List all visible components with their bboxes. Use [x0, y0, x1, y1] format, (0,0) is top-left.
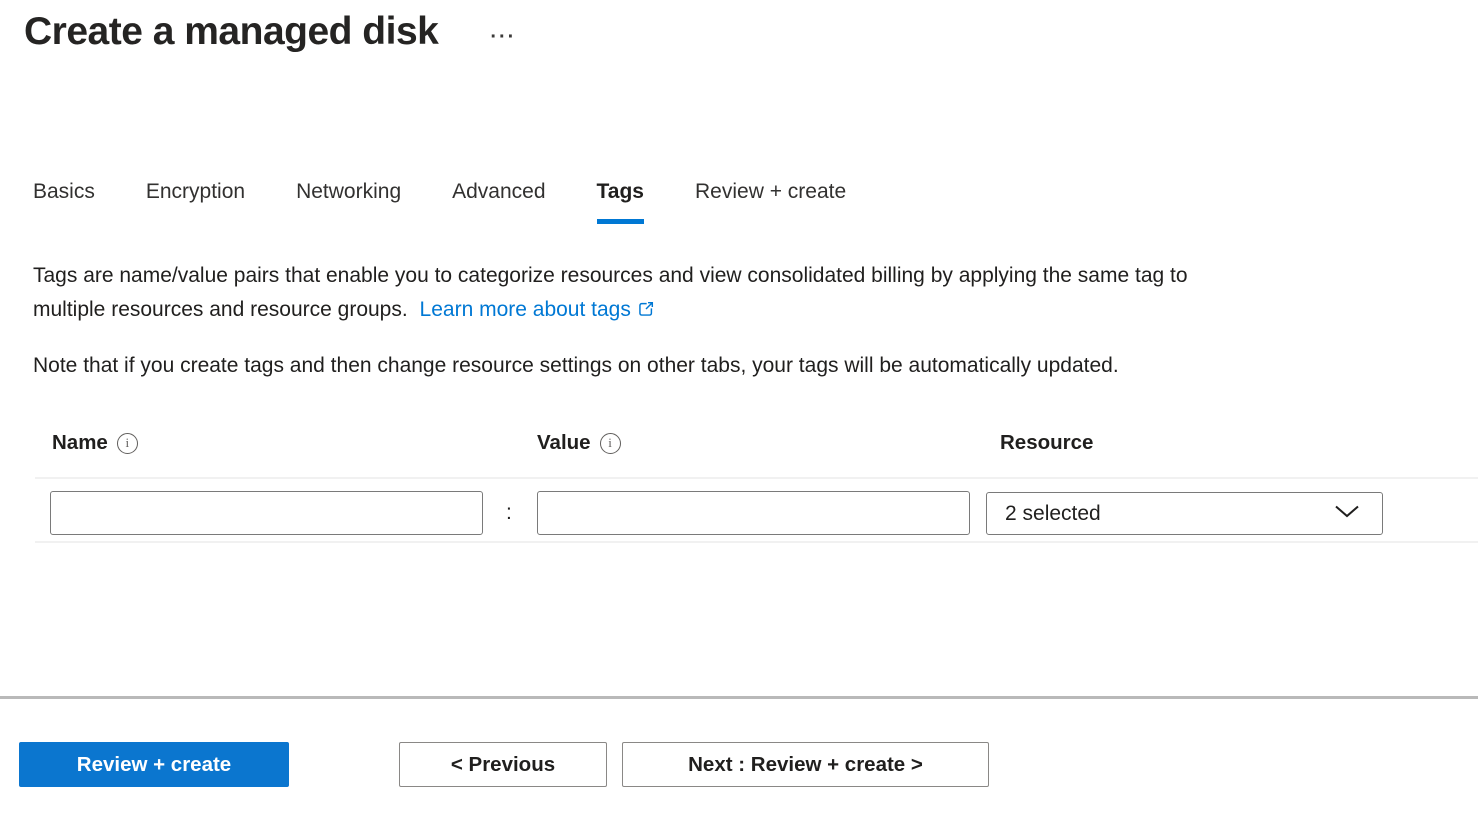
tab-basics[interactable]: Basics [33, 180, 95, 224]
name-info-icon[interactable]: i [117, 433, 138, 454]
tab-tags[interactable]: Tags [597, 180, 644, 224]
wizard-tabs: Basics Encryption Networking Advanced Ta… [33, 180, 846, 224]
column-header-name: Name i [52, 431, 138, 455]
tab-encryption-label: Encryption [146, 180, 245, 203]
learn-more-link[interactable]: Learn more about tags [420, 298, 655, 321]
tag-value-input[interactable] [537, 491, 970, 535]
tags-description: Tags are name/value pairs that enable yo… [33, 259, 1188, 329]
tags-note: Note that if you create tags and then ch… [33, 354, 1119, 378]
tags-description-line2: multiple resources and resource groups. … [33, 293, 1188, 329]
tags-description-line1: Tags are name/value pairs that enable yo… [33, 259, 1188, 293]
tab-advanced[interactable]: Advanced [452, 180, 545, 224]
column-header-name-label: Name [52, 431, 108, 455]
learn-more-link-label: Learn more about tags [420, 298, 631, 321]
more-options-icon[interactable]: ··· [490, 27, 516, 47]
chevron-down-icon [1334, 504, 1360, 523]
tab-active-underline [597, 219, 644, 224]
column-header-resource: Resource [1000, 431, 1093, 455]
column-header-value-label: Value [537, 431, 591, 455]
tags-description-line2-text: multiple resources and resource groups. [33, 298, 408, 321]
previous-button[interactable]: < Previous [399, 742, 607, 787]
name-value-separator: : [506, 501, 512, 525]
create-managed-disk-page: Create a managed disk ··· Basics Encrypt… [0, 0, 1478, 814]
tab-basics-label: Basics [33, 180, 95, 203]
tab-advanced-label: Advanced [452, 180, 545, 203]
tab-review-create-label: Review + create [695, 180, 846, 203]
title-row: Create a managed disk ··· [24, 10, 516, 54]
next-button[interactable]: Next : Review + create > [622, 742, 989, 787]
tag-name-input[interactable] [50, 491, 483, 535]
column-header-value: Value i [537, 431, 621, 455]
page-title: Create a managed disk [24, 10, 438, 54]
resource-dropdown[interactable]: 2 selected [986, 492, 1383, 535]
tab-networking[interactable]: Networking [296, 180, 401, 224]
tab-networking-label: Networking [296, 180, 401, 203]
value-info-icon[interactable]: i [600, 433, 621, 454]
footer-separator [0, 696, 1478, 699]
tab-tags-label: Tags [597, 180, 644, 203]
external-link-icon [637, 295, 655, 329]
tab-review-create[interactable]: Review + create [695, 180, 846, 224]
tag-row: : 2 selected [35, 477, 1478, 543]
review-create-button[interactable]: Review + create [19, 742, 289, 787]
resource-dropdown-value: 2 selected [1005, 502, 1101, 526]
column-header-resource-label: Resource [1000, 431, 1093, 455]
tab-encryption[interactable]: Encryption [146, 180, 245, 224]
